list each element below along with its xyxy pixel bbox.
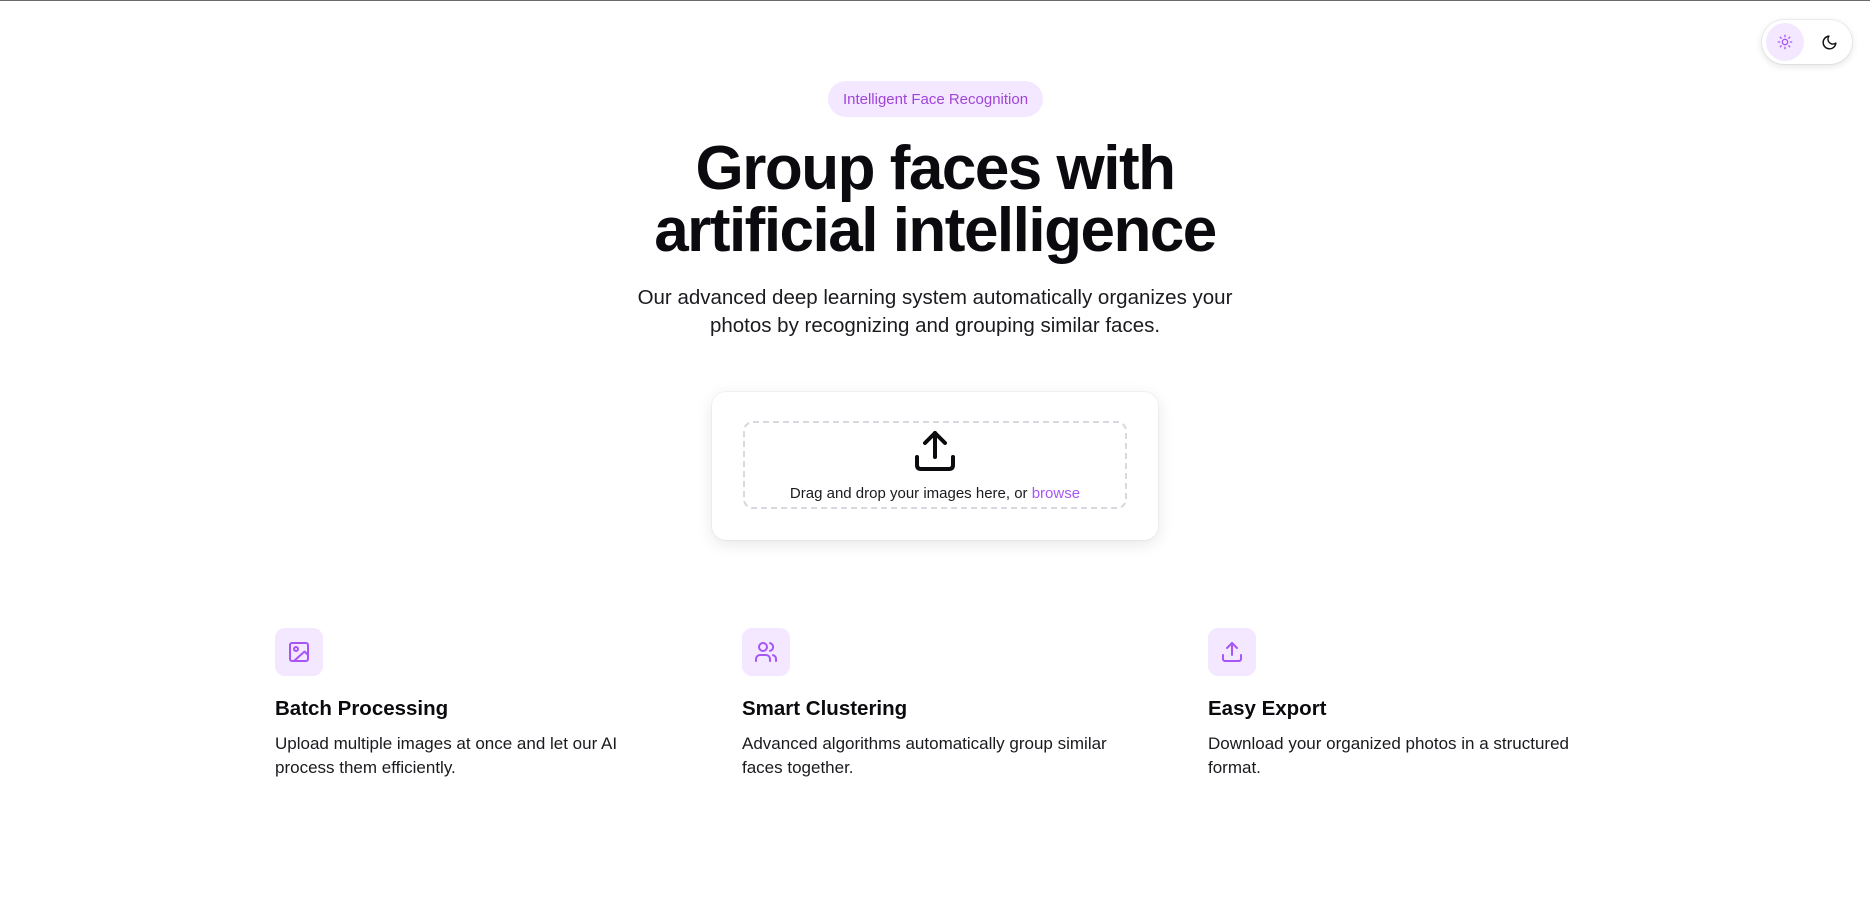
feature-easy-export: Easy Export Download your organized phot…: [1208, 628, 1608, 780]
dropzone-prompt-text: Drag and drop your images here, or: [789, 485, 1032, 502]
sun-icon: [1777, 34, 1793, 50]
hero-subtitle: Our advanced deep learning system automa…: [637, 286, 1233, 337]
browse-link[interactable]: browse: [1032, 485, 1080, 502]
users-icon: [755, 642, 778, 662]
feature-title: Easy Export: [1208, 697, 1327, 720]
feature-description: Download your organized photos in a stru…: [1208, 734, 1569, 777]
hero-title-line-2: artificial intelligence: [654, 196, 1217, 265]
feature-title: Batch Processing: [275, 697, 449, 720]
feature-icon-box: [1208, 628, 1256, 676]
upload-icon: [1222, 642, 1242, 662]
feature-description: Advanced algorithms automatically group …: [742, 734, 1107, 777]
feature-batch-processing: Batch Processing Upload multiple images …: [275, 628, 675, 780]
hero-title-line-1: Group faces with: [695, 134, 1176, 203]
feature-smart-clustering: Smart Clustering Advanced algorithms aut…: [742, 628, 1142, 780]
feature-title: Smart Clustering: [742, 697, 908, 720]
theme-toggle: [1762, 20, 1852, 64]
hero-title: Group faces with artificial intelligence: [0, 138, 1870, 262]
dropzone-prompt: Drag and drop your images here, or brows…: [745, 485, 1125, 502]
image-icon: [289, 642, 309, 662]
dark-mode-button[interactable]: [1810, 23, 1848, 61]
light-mode-button[interactable]: [1766, 23, 1804, 61]
feature-icon-box: [275, 628, 323, 676]
top-border: [0, 0, 1870, 1]
image-dropzone[interactable]: Drag and drop your images here, or brows…: [743, 421, 1127, 509]
feature-icon-box: [742, 628, 790, 676]
upload-card: Drag and drop your images here, or brows…: [712, 392, 1158, 540]
hero-badge: Intelligent Face Recognition: [828, 81, 1043, 117]
feature-description: Upload multiple images at once and let o…: [275, 734, 618, 777]
upload-icon: [915, 431, 955, 471]
moon-icon: [1822, 34, 1837, 49]
